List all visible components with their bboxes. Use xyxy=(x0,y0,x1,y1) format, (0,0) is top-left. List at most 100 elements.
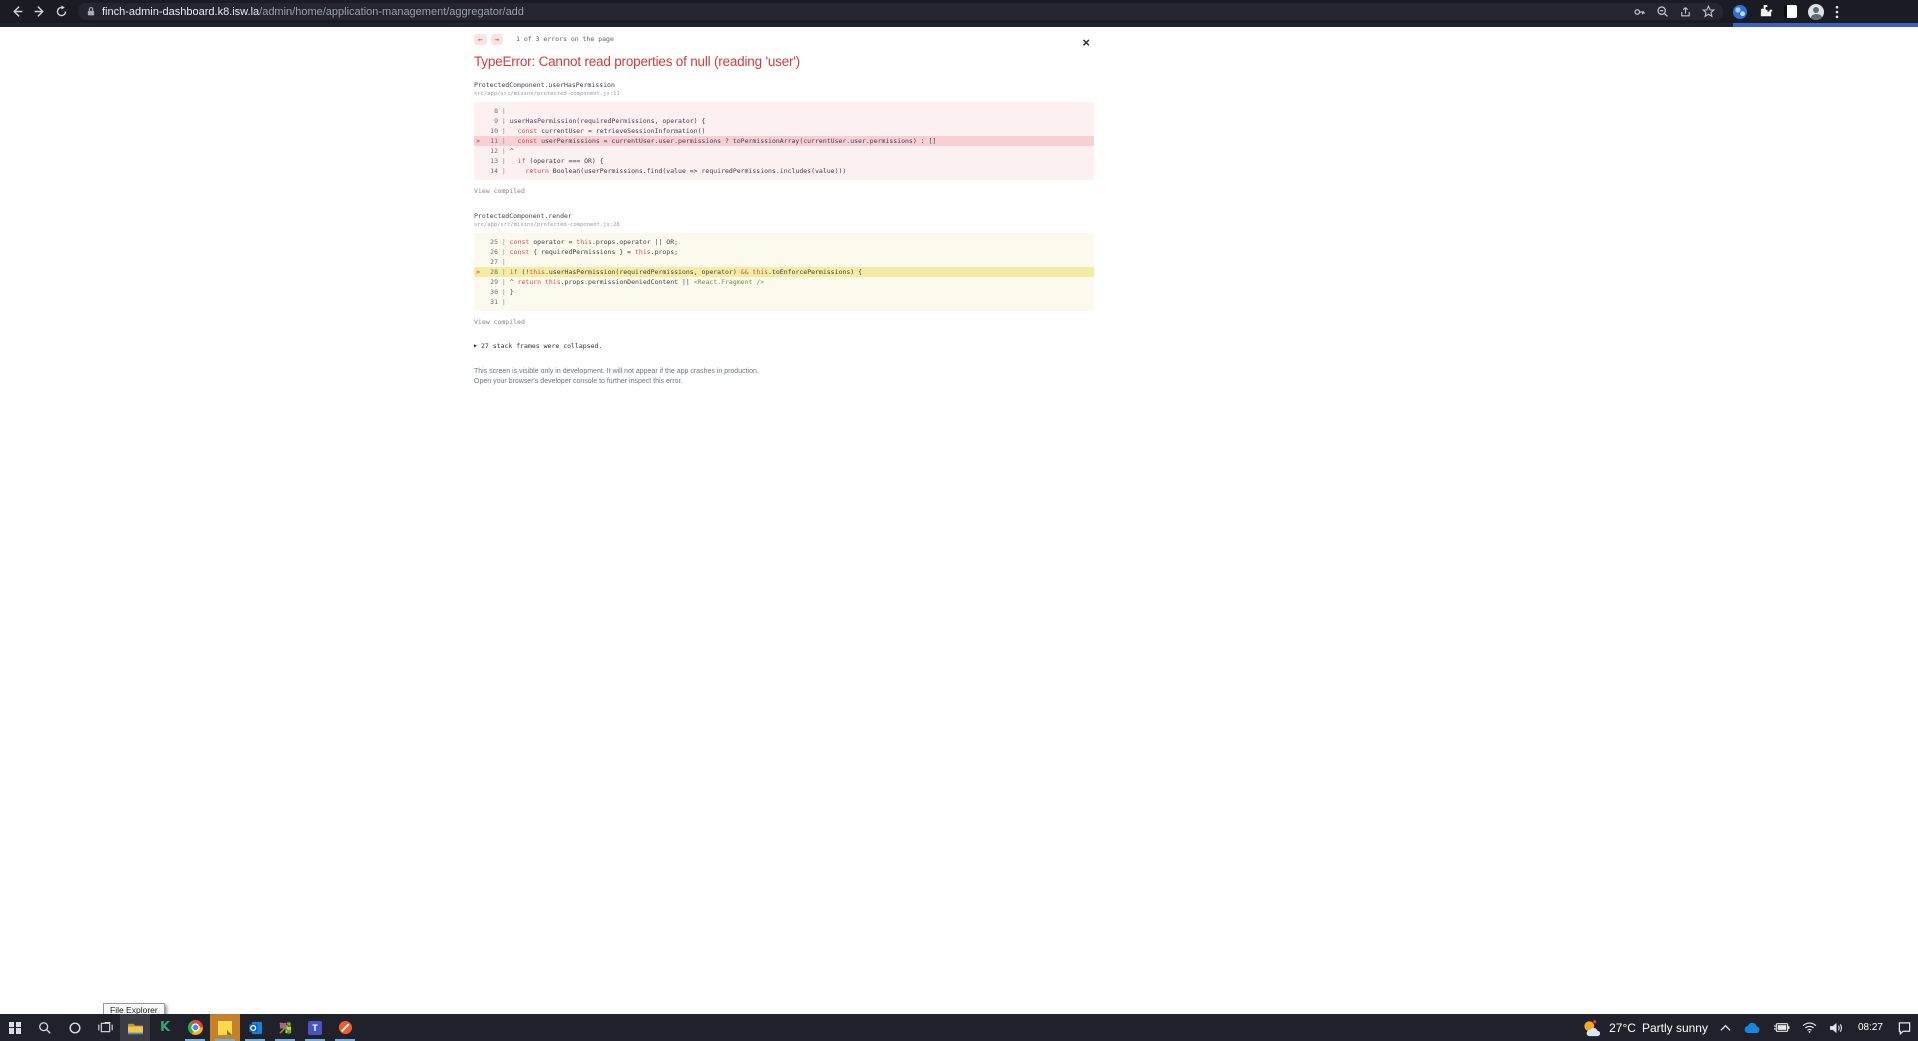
code-token: ^ xyxy=(510,147,514,155)
bookmark-star-icon[interactable] xyxy=(1702,5,1715,18)
search-icon xyxy=(38,1021,52,1035)
url-text: finch-admin-dashboard.k8.isw.la/admin/ho… xyxy=(102,6,1625,18)
next-error-button[interactable]: → xyxy=(491,34,504,45)
taskbar: K T 27°C Partly sunny xyxy=(0,1014,1918,1041)
code-text: return Boolean(userPermissions.find(valu… xyxy=(510,166,847,176)
code-text: const currentUser = retrieveSessionInfor… xyxy=(510,126,706,136)
error-line-arrow xyxy=(474,156,484,166)
start-button[interactable] xyxy=(0,1014,30,1041)
square-extension-icon[interactable] xyxy=(1784,5,1797,18)
line-number: 10 xyxy=(484,126,498,136)
puzzle-extension-icon[interactable] xyxy=(1758,4,1773,19)
code-token: } xyxy=(510,288,514,296)
footer-line-1: This screen is visible only in developme… xyxy=(474,367,1094,377)
code-token: this xyxy=(576,238,592,246)
task-view-button[interactable] xyxy=(90,1014,120,1041)
code-frame[interactable]: 25 | const operator = this.props.operato… xyxy=(474,233,1094,311)
key-icon[interactable] xyxy=(1633,6,1646,18)
code-token: Boolean(userPermissions.find(value => re… xyxy=(549,167,846,175)
prev-error-button[interactable]: ← xyxy=(474,34,487,45)
collapsed-frames-toggle[interactable]: ▶ 27 stack frames were collapsed. xyxy=(474,342,602,350)
line-number: 31 xyxy=(484,297,498,307)
weather-icon xyxy=(1581,1019,1603,1037)
outlook-button[interactable] xyxy=(240,1014,270,1041)
code-token xyxy=(510,137,518,145)
code-token: this xyxy=(529,268,545,276)
error-line-arrow: > xyxy=(474,267,484,277)
back-button[interactable] xyxy=(6,2,28,21)
line-separator: | xyxy=(498,126,510,136)
action-center-button[interactable] xyxy=(1891,1014,1918,1041)
line-number: 13 xyxy=(484,156,498,166)
code-line: 29 | ^ return this.props.permissionDenie… xyxy=(474,277,1094,287)
taskbar-search-button[interactable] xyxy=(30,1014,60,1041)
tray-chevron-button[interactable] xyxy=(1714,1014,1737,1041)
code-frame[interactable]: 8 | 9 | userHasPermission(requiredPermis… xyxy=(474,102,1094,180)
code-text: const operator = this.props.operator || … xyxy=(510,237,678,247)
line-separator: | xyxy=(498,146,510,156)
forward-button[interactable] xyxy=(28,2,50,21)
capture-app-button[interactable] xyxy=(270,1014,300,1041)
globe-extension-icon[interactable] xyxy=(1733,5,1747,19)
reload-icon xyxy=(55,5,68,18)
code-text: if (operator === OR) { xyxy=(510,156,604,166)
pen-app-button[interactable] xyxy=(330,1014,360,1041)
code-token: this xyxy=(635,248,651,256)
close-overlay-button[interactable]: × xyxy=(1082,36,1090,49)
share-icon[interactable] xyxy=(1679,6,1692,18)
frame-file-path: src/app/src/mixins/protected-component.j… xyxy=(474,91,1094,97)
file-explorer-button[interactable] xyxy=(120,1014,150,1041)
stack-frame: ProtectedComponent.userHasPermissionsrc/… xyxy=(474,81,1094,198)
error-title: TypeError: Cannot read properties of nul… xyxy=(474,54,1094,69)
code-token: { requiredPermissions } = xyxy=(529,248,635,256)
code-token: userHasPermission(requiredPermissions, o… xyxy=(510,117,706,125)
code-text: } xyxy=(510,287,514,297)
url-path: /admin/home/application-management/aggre… xyxy=(259,6,524,18)
teams-button[interactable]: T xyxy=(300,1014,330,1041)
url-bar[interactable]: finch-admin-dashboard.k8.isw.la/admin/ho… xyxy=(78,3,1723,20)
back-icon xyxy=(11,5,24,18)
line-number: 14 xyxy=(484,166,498,176)
line-separator: | xyxy=(498,116,510,126)
profile-avatar[interactable] xyxy=(1808,4,1824,20)
cortana-button[interactable] xyxy=(60,1014,90,1041)
code-line: 26 | const { requiredPermissions } = thi… xyxy=(474,247,1094,257)
code-token: this xyxy=(752,268,768,276)
sticky-notes-button[interactable] xyxy=(210,1014,240,1041)
browser-toolbar: finch-admin-dashboard.k8.isw.la/admin/ho… xyxy=(0,0,1918,23)
capture-app-icon xyxy=(278,1021,293,1035)
code-line: 14 | return Boolean(userPermissions.find… xyxy=(474,166,1094,176)
code-token: this xyxy=(545,278,561,286)
k-app-button[interactable]: K xyxy=(150,1014,180,1041)
code-token: return xyxy=(518,278,541,286)
code-token: return xyxy=(525,167,548,175)
code-line: > 11 | const userPermissions = currentUs… xyxy=(474,136,1094,146)
code-token: .props.permissionDeniedContent || xyxy=(561,278,694,286)
code-token: .props.operator || OR; xyxy=(592,238,678,246)
code-token: (! xyxy=(518,268,530,276)
reload-button[interactable] xyxy=(50,2,72,21)
zoom-out-icon[interactable] xyxy=(1656,5,1669,18)
battery-tray-button[interactable] xyxy=(1767,1014,1796,1041)
onedrive-tray-button[interactable] xyxy=(1737,1014,1767,1041)
code-token: .props; xyxy=(651,248,678,256)
view-compiled-link[interactable]: View compiled xyxy=(474,187,525,195)
menu-dots-icon[interactable] xyxy=(1835,5,1839,19)
error-line-arrow xyxy=(474,106,484,116)
error-counter: 1 of 3 errors on the page xyxy=(516,35,614,43)
volume-icon xyxy=(1829,1022,1844,1034)
code-token: const xyxy=(510,238,530,246)
cortana-icon xyxy=(68,1021,82,1035)
wifi-tray-button[interactable] xyxy=(1796,1014,1823,1041)
chrome-taskbar-button[interactable] xyxy=(180,1014,210,1041)
error-line-arrow: > xyxy=(474,136,484,146)
taskbar-clock[interactable]: 08:27 xyxy=(1850,1014,1891,1041)
expand-triangle-icon: ▶ xyxy=(474,343,477,349)
line-number: 9 xyxy=(484,116,498,126)
line-number: 26 xyxy=(484,247,498,257)
code-text: const { requiredPermissions } = this.pro… xyxy=(510,247,678,257)
view-compiled-link[interactable]: View compiled xyxy=(474,318,525,326)
volume-tray-button[interactable] xyxy=(1823,1014,1850,1041)
start-icon xyxy=(9,1022,21,1034)
weather-widget[interactable]: 27°C Partly sunny xyxy=(1575,1014,1714,1041)
